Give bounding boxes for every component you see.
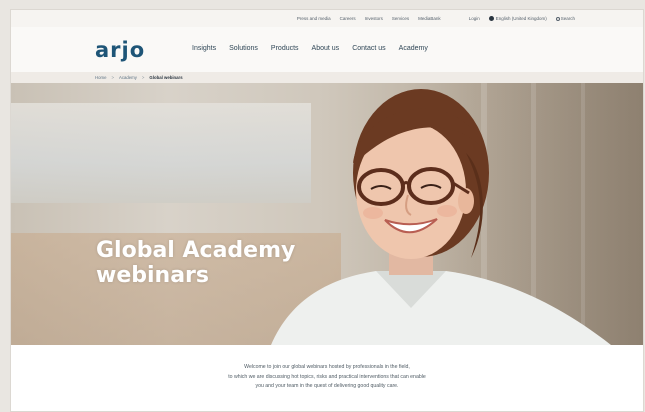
utility-link-press[interactable]: Press and media	[297, 16, 331, 21]
breadcrumb-academy[interactable]: Academy	[119, 75, 137, 80]
breadcrumb-current: Global webinars	[149, 75, 183, 80]
utility-link-investors[interactable]: Investors	[365, 16, 383, 21]
intro-section: Welcome to join our global webinars host…	[11, 345, 643, 411]
utility-link-mediabank[interactable]: MediaBank	[418, 16, 441, 21]
utility-nav: Press and media Careers Investors Servic…	[11, 10, 643, 27]
breadcrumb-home[interactable]: Home	[95, 75, 106, 80]
search-link[interactable]: Search	[555, 16, 575, 21]
hero-banner: Global Academy webinars	[11, 83, 643, 345]
search-label: Search	[560, 16, 575, 21]
globe-icon	[488, 16, 494, 22]
utility-link-services[interactable]: Services	[392, 16, 409, 21]
nav-item-about-us[interactable]: About us	[312, 45, 340, 52]
nav-item-contact-us[interactable]: Contact us	[352, 45, 385, 52]
nav-item-products[interactable]: Products	[271, 45, 299, 52]
breadcrumb: Home > Academy > Global webinars	[11, 72, 643, 83]
browser-page: Press and media Careers Investors Servic…	[10, 9, 644, 412]
utility-link-careers[interactable]: Careers	[340, 16, 356, 21]
main-nav: Insights Solutions Products About us Con…	[192, 45, 428, 52]
language-label: English (United Kingdom)	[495, 15, 547, 21]
main-header: arjo Insights Solutions Products About u…	[11, 27, 643, 72]
language-selector[interactable]: English (United Kingdom)	[488, 15, 547, 22]
arjo-logo[interactable]: arjo	[95, 38, 145, 62]
intro-text-line-1: Welcome to join our global webinars host…	[244, 364, 410, 370]
hero-portrait-image	[271, 89, 611, 345]
hero-title-line-1: Global Academy	[96, 238, 296, 263]
hero-title-line-2: webinars	[96, 263, 209, 288]
breadcrumb-separator-icon: >	[111, 75, 114, 80]
login-link[interactable]: Login	[469, 16, 480, 21]
nav-item-academy[interactable]: Academy	[399, 45, 428, 52]
breadcrumb-separator-icon: >	[141, 75, 145, 80]
search-icon	[555, 16, 560, 21]
intro-text-line-3: you and your team in the quest of delive…	[255, 383, 399, 389]
nav-item-solutions[interactable]: Solutions	[229, 45, 258, 52]
hero-title: Global Academy webinars	[96, 238, 295, 288]
nav-item-insights[interactable]: Insights	[192, 45, 216, 52]
intro-text-line-2: to which we are discussing hot topics, r…	[228, 373, 426, 380]
